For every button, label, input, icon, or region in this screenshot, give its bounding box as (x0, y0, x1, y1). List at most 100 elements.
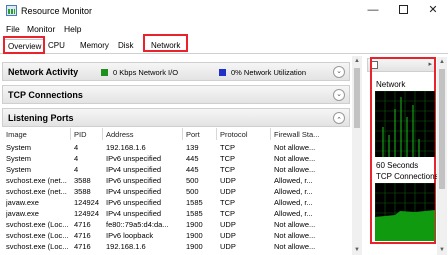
table-row[interactable]: svchost.exe (Loc... 4716 fe80::79a5:d4:da.… (2, 219, 350, 230)
network-graph-canvas (375, 91, 435, 157)
listening-ports-header[interactable]: Listening Ports ⌄ (2, 108, 350, 127)
minimize-button[interactable]: — (358, 1, 388, 19)
table-cell: UDP (220, 176, 236, 185)
menu-bar: File Monitor Help (0, 22, 448, 36)
tab-strip: Overview CPU Memory Disk Network (0, 36, 448, 54)
scroll-thumb[interactable] (354, 68, 360, 128)
close-button[interactable]: ✕ (418, 1, 448, 19)
table-cell: javaw.exe (6, 198, 39, 207)
maximize-button[interactable] (388, 1, 418, 19)
menu-file[interactable]: File (6, 24, 20, 34)
scroll-down-arrow-icon[interactable]: ▼ (352, 245, 362, 255)
table-cell: TCP (220, 154, 235, 163)
table-cell: UDP (220, 231, 236, 240)
graph-panel-scrollbar[interactable]: ▲ ▼ (437, 57, 447, 255)
window-title: Resource Monitor (21, 6, 93, 16)
table-cell: Not allowe... (274, 220, 316, 229)
column-divider[interactable] (270, 128, 271, 140)
table-row[interactable]: javaw.exe 124924 IPv4 unspecified 1585 TCP Al… (2, 208, 350, 219)
table-row[interactable]: System 4 192.168.1.6 139 TCP Not allowe... (2, 142, 350, 153)
tcp-connections-graph-label: TCP Connections (376, 172, 439, 181)
table-cell: svchost.exe (Loc... (6, 231, 69, 240)
table-row[interactable]: svchost.exe (Loc... 4716 IPv6 loopback 1900… (2, 230, 350, 241)
network-activity-title: Network Activity (8, 67, 79, 77)
table-cell: Allowed, r... (274, 187, 313, 196)
main-vertical-scrollbar[interactable]: ▲ ▼ (352, 56, 362, 255)
tab-disk[interactable]: Disk (115, 39, 137, 53)
title-bar: Resource Monitor — ✕ (0, 0, 448, 22)
table-cell: IPv6 unspecified (106, 176, 162, 185)
scroll-down-arrow-icon[interactable]: ▼ (437, 245, 447, 255)
table-cell: System (6, 165, 32, 174)
tab-overview[interactable]: Overview (4, 39, 46, 53)
table-cell: 4 (74, 143, 79, 152)
overview-panel: Network Activity 0 Kbps Network I/O 0% N… (0, 56, 362, 255)
column-divider[interactable] (102, 128, 103, 140)
table-cell: TCP (220, 143, 235, 152)
sixty-seconds-label: 60 Seconds (376, 161, 419, 170)
table-cell: 1900 (186, 242, 203, 251)
tab-network[interactable]: Network (148, 39, 183, 53)
network-graph (375, 91, 435, 157)
table-cell: TCP (220, 209, 235, 218)
tcp-connections-title: TCP Connections (8, 90, 83, 100)
table-cell: svchost.exe (Loc... (6, 220, 69, 229)
network-io-label: 0 Kbps Network I/O (113, 68, 179, 77)
chevron-down-icon[interactable]: ⌄ (333, 89, 345, 101)
table-cell: 4 (74, 154, 79, 163)
chevron-down-icon[interactable]: ⌄ (333, 66, 345, 78)
table-cell: 4716 (74, 242, 91, 251)
table-row[interactable]: svchost.exe (net... 3588 IPv6 unspecified 5… (2, 175, 350, 186)
table-cell: fe80::79a5:d4:da... (106, 220, 169, 229)
table-row[interactable]: svchost.exe (Loc... 4716 192.168.1.6 1900 UD… (2, 241, 350, 252)
column-pid[interactable]: PID (74, 130, 87, 139)
listening-ports-table-header: Image PID Address Port Protocol Firewall… (2, 128, 350, 140)
table-cell: IPv6 unspecified (106, 154, 162, 163)
table-row[interactable]: svchost.exe (net... 3588 IPv4 unspecified 5… (2, 186, 350, 197)
tab-cpu[interactable]: CPU (45, 39, 68, 53)
column-divider[interactable] (216, 128, 217, 140)
table-cell: System (6, 154, 32, 163)
network-io-legend-swatch (101, 69, 108, 76)
column-address[interactable]: Address (106, 130, 134, 139)
menu-monitor[interactable]: Monitor (27, 24, 55, 34)
menu-help[interactable]: Help (64, 24, 81, 34)
resource-monitor-app-icon (6, 5, 17, 16)
table-cell: 192.168.1.6 (106, 242, 146, 251)
tab-memory[interactable]: Memory (77, 39, 112, 53)
table-cell: 445 (186, 154, 199, 163)
table-cell: 4 (74, 165, 79, 174)
table-cell: TCP (220, 165, 235, 174)
table-cell: UDP (220, 242, 236, 251)
scroll-up-arrow-icon[interactable]: ▲ (352, 56, 362, 66)
column-firewall-status[interactable]: Firewall Sta... (274, 130, 319, 139)
network-graph-label: Network (376, 80, 406, 89)
tcp-connections-graph (375, 183, 435, 241)
table-cell: Allowed, r... (274, 209, 313, 218)
table-cell: 1900 (186, 231, 203, 240)
column-divider[interactable] (182, 128, 183, 140)
scroll-thumb[interactable] (439, 69, 445, 189)
table-cell: javaw.exe (6, 209, 39, 218)
table-cell: System (6, 143, 32, 152)
chevron-up-icon[interactable]: ⌄ (333, 112, 345, 124)
table-cell: IPv6 unspecified (106, 198, 162, 207)
column-divider[interactable] (70, 128, 71, 140)
table-cell: 192.168.1.6 (106, 143, 146, 152)
table-cell: 1900 (186, 220, 203, 229)
scroll-up-arrow-icon[interactable]: ▲ (437, 57, 447, 67)
maximize-icon (398, 4, 408, 14)
table-cell: svchost.exe (net... (6, 176, 67, 185)
table-row[interactable]: System 4 IPv6 unspecified 445 TCP Not allowe.… (2, 153, 350, 164)
table-cell: 500 (186, 187, 199, 196)
column-protocol[interactable]: Protocol (220, 130, 248, 139)
column-image[interactable]: Image (6, 130, 27, 139)
table-row[interactable]: javaw.exe 124924 IPv6 unspecified 1585 TCP Al… (2, 197, 350, 208)
table-cell: 3588 (74, 187, 91, 196)
table-cell: 139 (186, 143, 199, 152)
column-port[interactable]: Port (186, 130, 200, 139)
table-cell: Not allowe... (274, 231, 316, 240)
table-row[interactable]: System 4 IPv4 unspecified 445 TCP Not allowe.… (2, 164, 350, 175)
network-activity-header[interactable]: Network Activity 0 Kbps Network I/O 0% N… (2, 62, 350, 81)
tcp-connections-header[interactable]: TCP Connections ⌄ (2, 85, 350, 104)
